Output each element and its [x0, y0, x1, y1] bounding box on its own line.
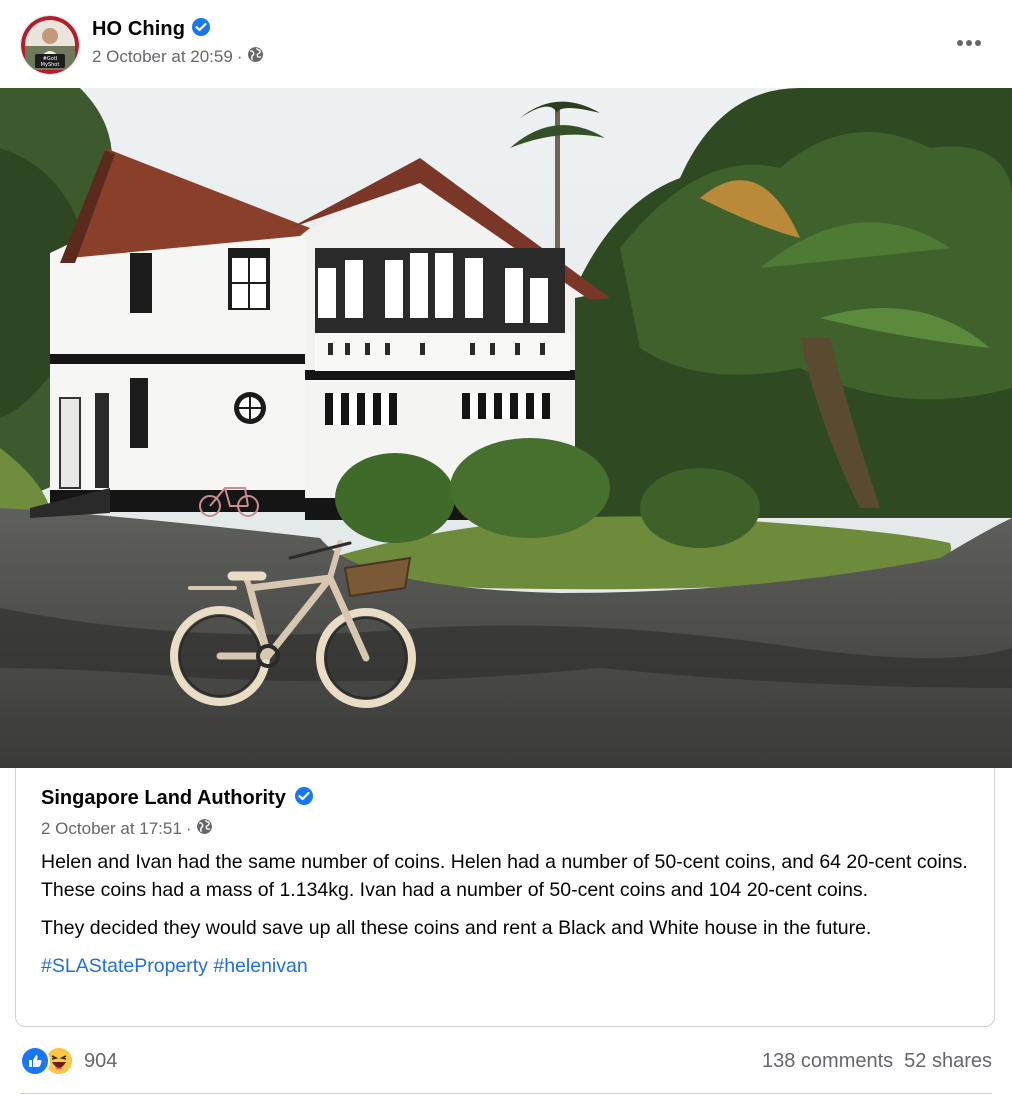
- meta-separator: ·: [236, 47, 243, 66]
- shared-author-line: Singapore Land Authority: [41, 786, 314, 811]
- shared-timestamp[interactable]: 2 October at 17:51: [41, 819, 182, 839]
- shared-post-card[interactable]: Singapore Land Authority 2 October at 17…: [15, 768, 995, 1027]
- post-meta: 2 October at 20:59 ·: [92, 46, 264, 68]
- author-avatar[interactable]: #GotI MyShot: [21, 16, 79, 74]
- author-name[interactable]: HO Ching: [92, 18, 185, 41]
- shared-post-text: Helen and Ivan had the same number of co…: [41, 848, 976, 990]
- hashtag-link[interactable]: #SLAStateProperty: [41, 955, 208, 977]
- post-header: #GotI MyShot HO Ching 2 October at 20:59…: [0, 0, 1012, 88]
- verified-badge-icon: [294, 786, 314, 811]
- like-icon: [20, 1046, 50, 1076]
- author-line: HO Ching: [92, 16, 211, 42]
- more-horizontal-icon: [956, 34, 982, 52]
- shares-count-link[interactable]: 52 shares: [904, 1050, 992, 1073]
- engagement-stats: 138 comments 52 shares: [762, 1050, 992, 1073]
- hashtags: #SLAStateProperty #helenivan: [41, 952, 976, 980]
- verified-badge-icon: [191, 17, 211, 42]
- more-options-button[interactable]: [954, 28, 984, 58]
- reactions-summary[interactable]: 904: [20, 1046, 117, 1076]
- hashtag-link[interactable]: #helenivan: [213, 955, 307, 977]
- meta-separator: ·: [185, 819, 192, 838]
- post-photo[interactable]: [0, 88, 1012, 768]
- shared-meta: 2 October at 17:51 ·: [41, 818, 213, 840]
- facebook-post: #GotI MyShot HO Ching 2 October at 20:59…: [0, 0, 1012, 1096]
- post-footer: 904 138 comments 52 shares: [20, 1040, 992, 1084]
- comments-count-link[interactable]: 138 comments: [762, 1050, 893, 1073]
- globe-icon[interactable]: [247, 46, 264, 68]
- shared-paragraph-1: Helen and Ivan had the same number of co…: [41, 851, 968, 901]
- shared-author-name[interactable]: Singapore Land Authority: [41, 787, 286, 810]
- footer-divider: [20, 1093, 992, 1094]
- svg-text:MyShot: MyShot: [41, 62, 60, 68]
- globe-icon[interactable]: [196, 818, 213, 840]
- post-timestamp[interactable]: 2 October at 20:59: [92, 47, 233, 67]
- shared-paragraph-2: They decided they would save up all thes…: [41, 917, 872, 939]
- reaction-count: 904: [84, 1049, 118, 1072]
